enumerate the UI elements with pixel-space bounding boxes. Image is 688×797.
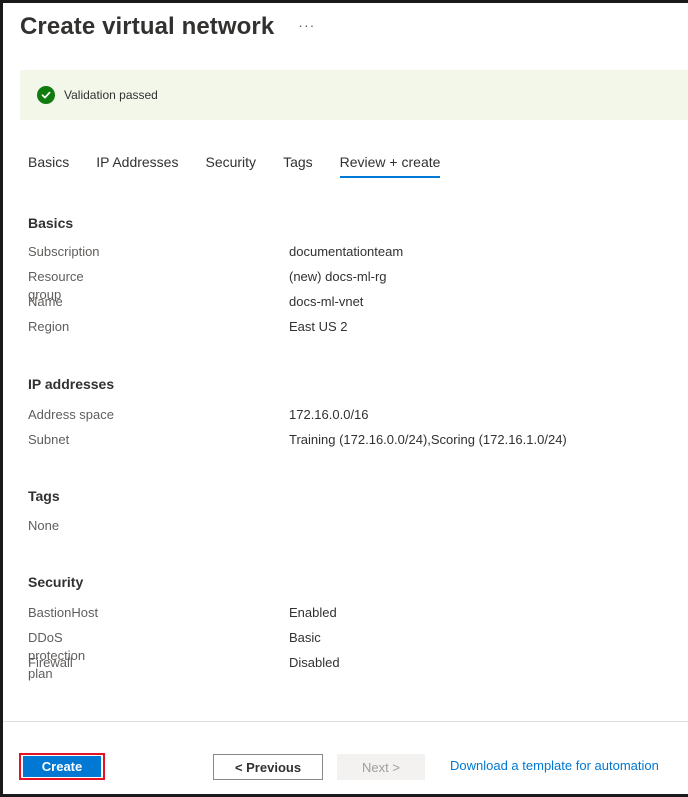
row-value: documentationteam (289, 244, 404, 259)
tab-basics[interactable]: Basics (28, 152, 69, 178)
security-section: Security BastionHost Enabled DDoS protect… (28, 572, 340, 681)
validation-message: Validation passed (64, 88, 158, 102)
tab-tags[interactable]: Tags (283, 152, 313, 178)
row-key: BastionHost (28, 605, 99, 620)
footer-divider (3, 721, 688, 722)
basics-section: Basics Subscription documentationteam Res… (28, 213, 403, 343)
row-key: Region (28, 319, 70, 334)
row-value: Disabled (289, 655, 340, 670)
summary-row: Firewall Disabled (28, 654, 340, 679)
row-value: 172.16.0.0/16 (289, 407, 369, 422)
previous-button[interactable]: < Previous (213, 754, 323, 780)
page-title: Create virtual network (20, 13, 275, 40)
summary-row: Address space 172.16.0.0/16 (28, 406, 369, 431)
tab-review-create[interactable]: Review + create (339, 152, 440, 178)
row-key: Firewall (28, 655, 73, 670)
summary-row: Name docs-ml-vnet (28, 293, 363, 318)
more-options-button[interactable]: ··· (298, 17, 315, 37)
section-title: Security (28, 574, 84, 590)
tab-bar: Basics IP Addresses Security Tags Review… (28, 152, 467, 182)
row-value: East US 2 (289, 319, 348, 334)
row-value: Basic (289, 630, 321, 645)
tags-section: Tags None (28, 486, 60, 542)
ip-addresses-section: IP addresses Address space 172.16.0.0/16 … (28, 374, 567, 456)
row-key: Address space (28, 407, 114, 422)
summary-row: None (28, 517, 60, 542)
row-value: (new) docs-ml-rg (289, 269, 387, 284)
summary-row: Subscription documentationteam (28, 243, 403, 268)
summary-row: Subnet Training (172.16.0.0/24),Scoring (… (28, 431, 567, 456)
row-value: Enabled (289, 605, 337, 620)
summary-row: Resource group (new) docs-ml-rg (28, 268, 387, 302)
summary-row: Region East US 2 (28, 318, 348, 343)
next-button: Next > (337, 754, 425, 780)
tab-ip-addresses[interactable]: IP Addresses (96, 152, 178, 178)
row-value: Training (172.16.0.0/24),Scoring (172.16… (289, 432, 567, 447)
summary-row: DDoS protection plan Basic (28, 629, 321, 681)
summary-row: BastionHost Enabled (28, 604, 337, 629)
section-title: Tags (28, 488, 60, 504)
validation-banner: Validation passed (20, 70, 688, 120)
row-key: Subnet (28, 432, 70, 447)
row-key: Name (28, 294, 63, 309)
title-bar: Create virtual network ··· (20, 10, 315, 44)
download-template-link[interactable]: Download a template for automation (450, 758, 659, 773)
section-title: IP addresses (28, 376, 115, 392)
tab-security[interactable]: Security (205, 152, 256, 178)
create-button[interactable]: Create (23, 756, 101, 777)
row-value: docs-ml-vnet (289, 294, 364, 309)
success-check-icon (37, 86, 55, 104)
row-key: Subscription (28, 244, 100, 259)
row-key: None (28, 518, 60, 533)
section-title: Basics (28, 215, 74, 231)
